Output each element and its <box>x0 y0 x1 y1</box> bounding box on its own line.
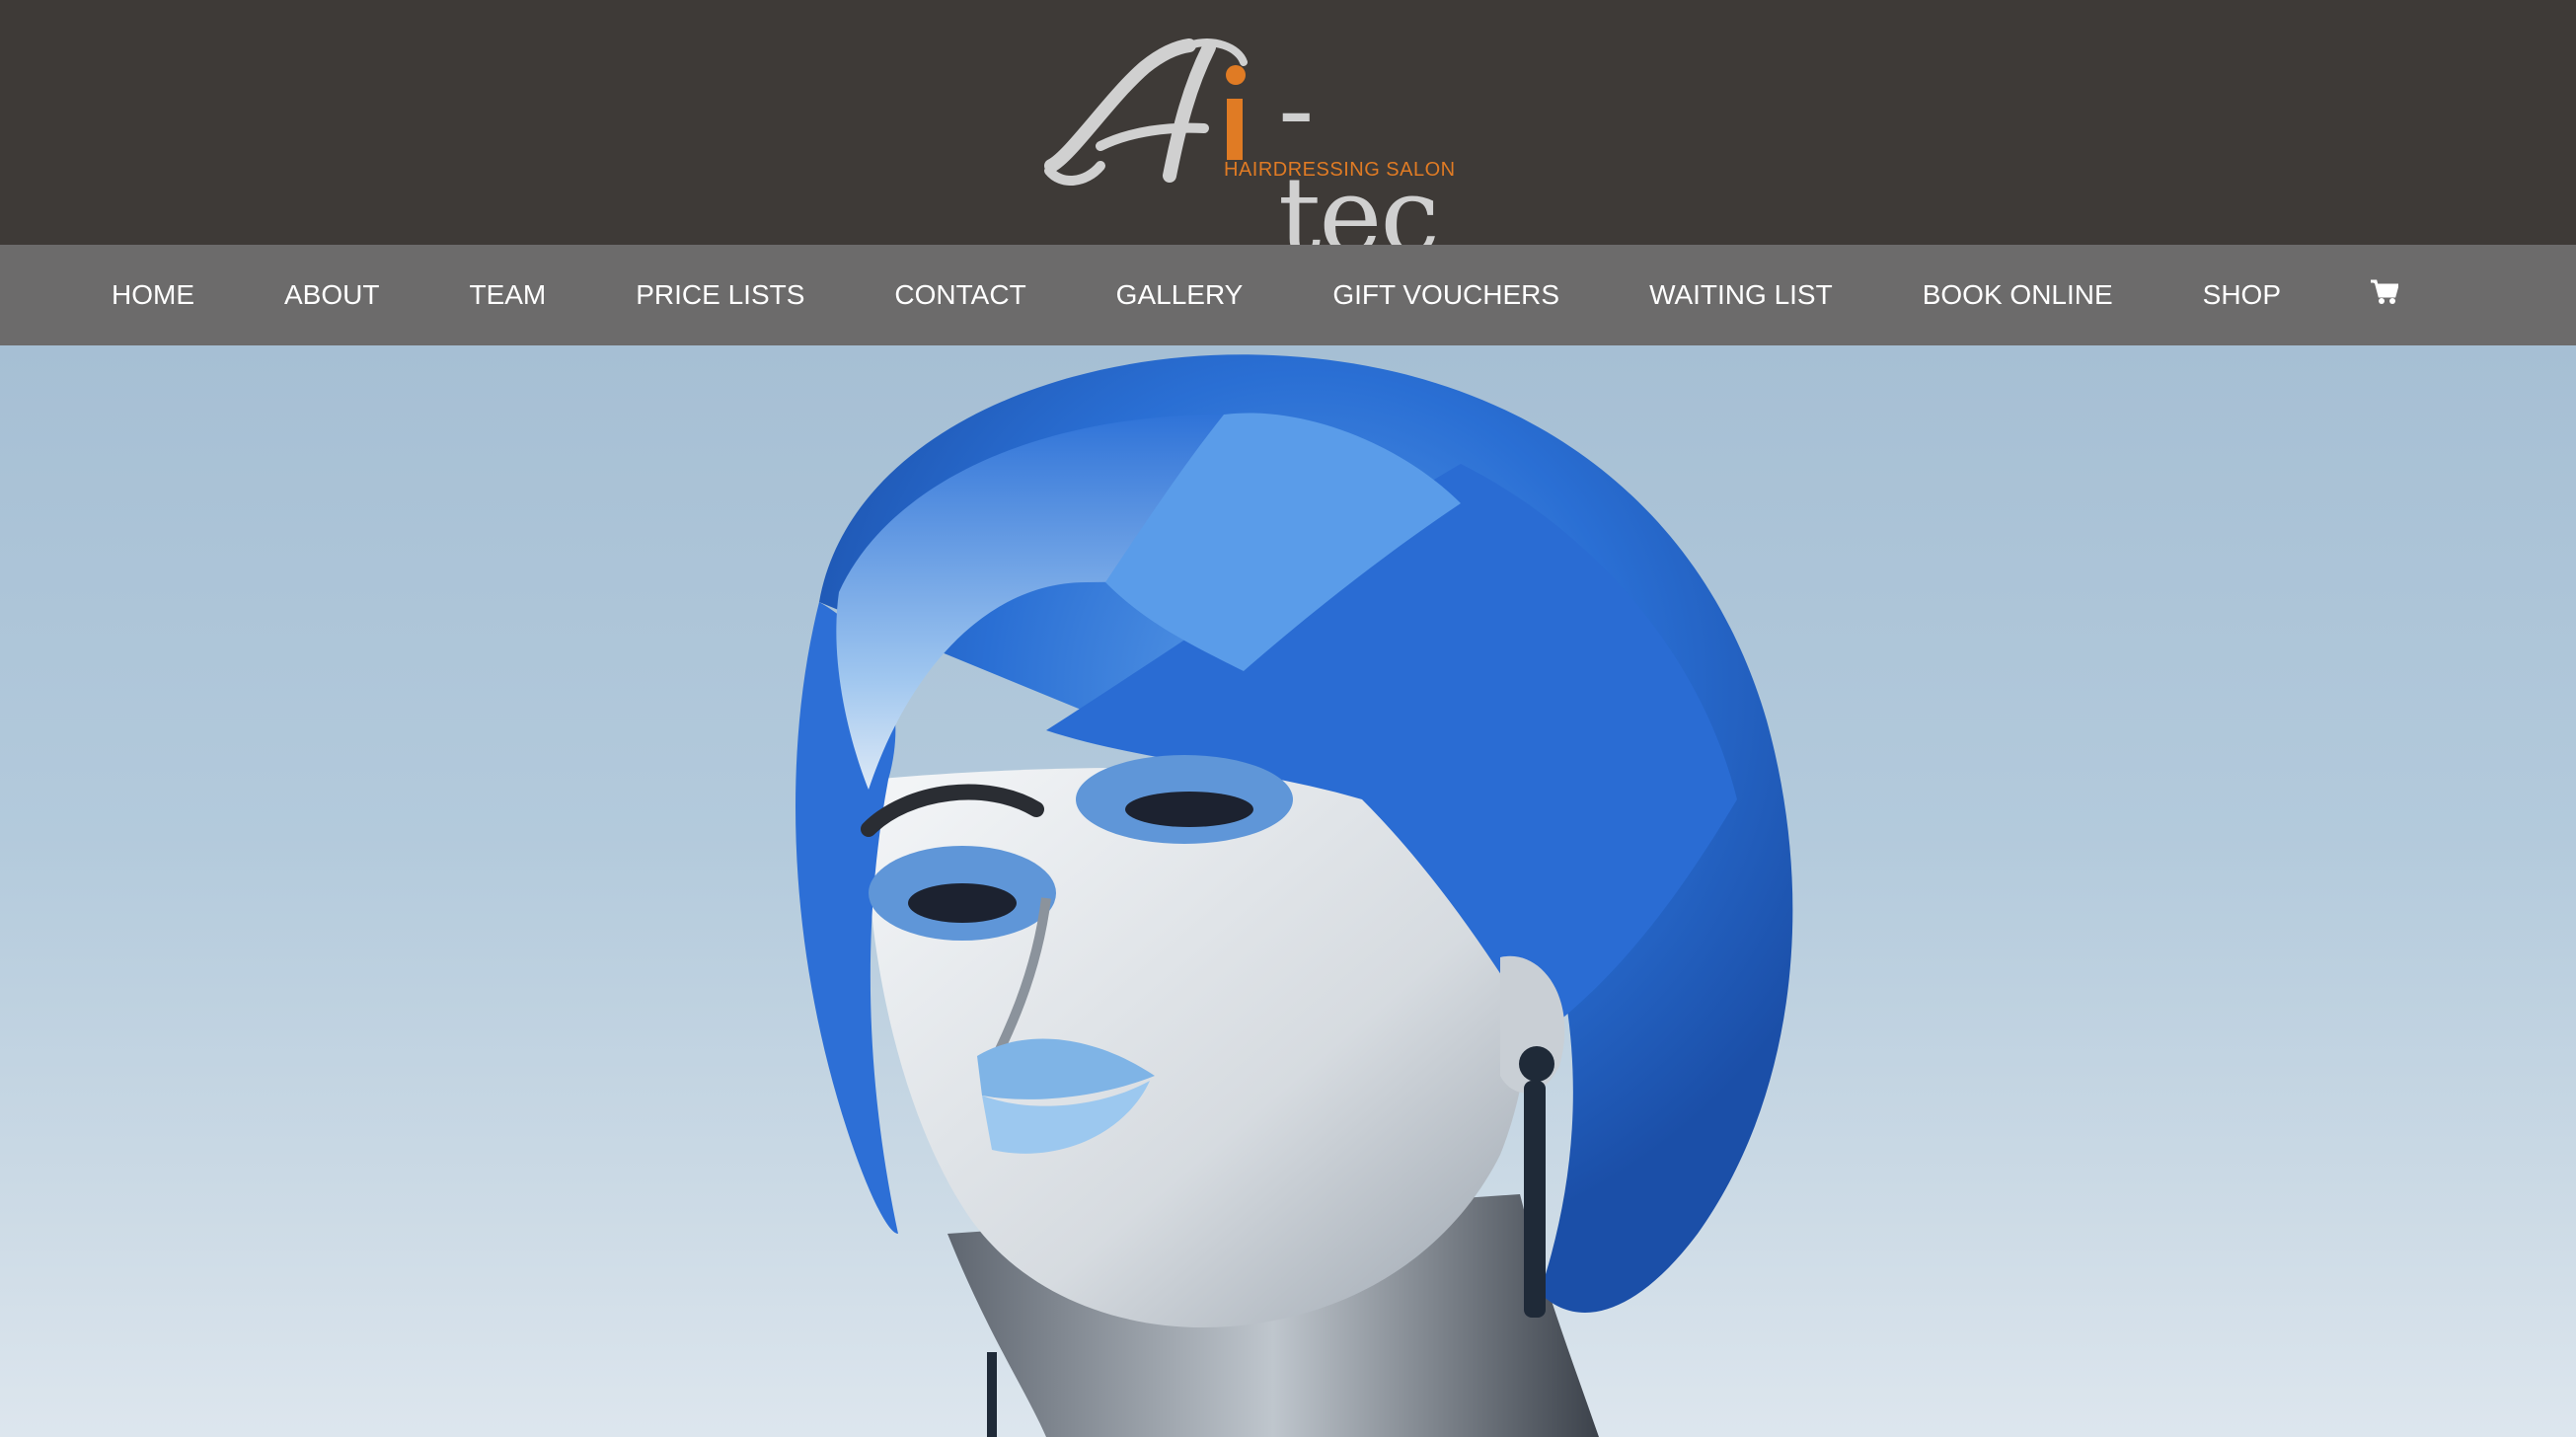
logo-tagline: HAIRDRESSING SALON <box>1224 159 1456 181</box>
hero-banner <box>0 345 2576 1437</box>
nav-item-team[interactable]: TEAM <box>469 279 546 311</box>
site-logo[interactable]: -tec HAIRDRESSING SALON <box>1041 38 1455 270</box>
main-navigation: HOME ABOUT TEAM PRICE LISTS CONTACT GALL… <box>0 245 2576 345</box>
hero-model-image <box>796 354 1793 1437</box>
site-header: -tec HAIRDRESSING SALON <box>0 0 2576 270</box>
nav-item-gallery[interactable]: GALLERY <box>1116 279 1244 311</box>
nav-item-about[interactable]: ABOUT <box>284 279 379 311</box>
shopping-cart-icon[interactable] <box>2371 279 2399 312</box>
nav-item-shop[interactable]: SHOP <box>2203 279 2281 311</box>
nav-item-waiting-list[interactable]: WAITING LIST <box>1649 279 1833 311</box>
nav-item-contact[interactable]: CONTACT <box>894 279 1025 311</box>
nav-item-home[interactable]: HOME <box>112 279 194 311</box>
nav-item-price-lists[interactable]: PRICE LISTS <box>636 279 804 311</box>
nav-item-book-online[interactable]: BOOK ONLINE <box>1923 279 2113 311</box>
nav-item-gift-vouchers[interactable]: GIFT VOUCHERS <box>1332 279 1559 311</box>
